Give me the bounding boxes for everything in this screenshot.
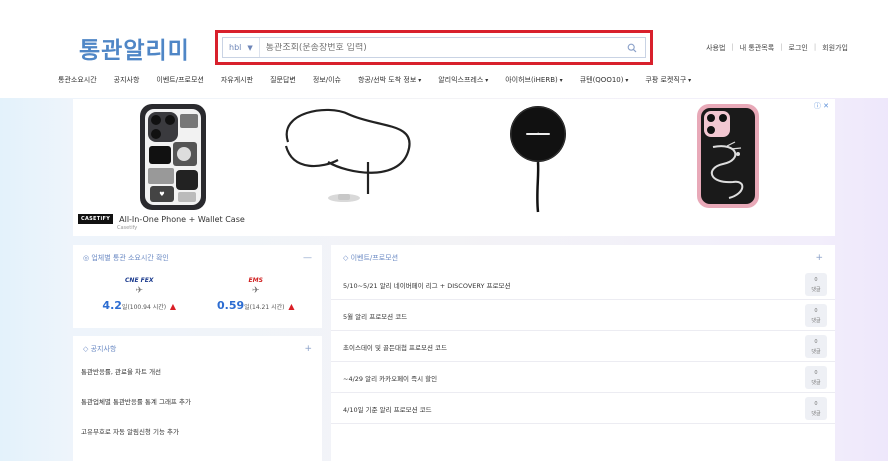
carrier-logo-cne: CNE FEX <box>125 277 154 284</box>
ad-caption: CASETiFY All-In-One Phone + Wallet Case <box>78 214 245 224</box>
nav-item-free-board[interactable]: 자유게시판 <box>221 75 253 85</box>
comment-count-badge: 0 댓글 <box>805 273 827 296</box>
collapse-icon[interactable]: — <box>303 253 312 263</box>
carrier-ems[interactable]: EMS ✈ 0.59일(14.21 시간) ▲ <box>198 275 315 320</box>
ad-subtitle: Casetify <box>117 225 138 231</box>
comment-count-badge: 0 댓글 <box>805 304 827 327</box>
ad-product-sticker-case[interactable]: ♥ <box>128 102 218 214</box>
notice-item[interactable]: 통관업체별 통관반응률 통계 그래프 추가 <box>81 396 191 406</box>
increase-icon: ▲ <box>169 302 177 311</box>
event-row[interactable]: 4/10일 기준 알리 프로모션 코드 0 댓글 <box>331 393 835 424</box>
ad-product-dragon-case[interactable] <box>683 102 773 214</box>
events-title[interactable]: ◇ 이벤트/프로모션 <box>343 253 398 263</box>
nav-item-aliexpress[interactable]: 알리익스프레스 <box>438 75 488 85</box>
clearance-time-card: ◎ 업체별 통관 소요시간 확인 — CNE FEX ✈ 4.2일(100.94… <box>73 245 322 328</box>
event-row[interactable]: 초이스데이 및 골든대첩 프로모션 코드 0 댓글 <box>331 331 835 362</box>
notice-title[interactable]: ◇ 공지사항 <box>83 344 116 354</box>
event-title[interactable]: ~4/29 알리 카카오페이 즉시 할인 <box>343 373 437 383</box>
nav-item-notice[interactable]: 공지사항 <box>114 75 140 85</box>
increase-icon: ▲ <box>288 302 295 311</box>
search-box: hbl ▼ <box>215 30 653 65</box>
notice-card: ◇ 공지사항 + 통관반응률, 관료율 차트 개선 통관업체별 통관반응률 통계… <box>73 336 322 461</box>
notice-item[interactable]: 통관반응률, 관료율 차트 개선 <box>81 366 161 376</box>
ad-banner[interactable]: ⓘ ✕ ♥ CASETiFY All-In-One Phone + Wallet… <box>73 99 835 236</box>
carrier-cne-time: 4.2일(100.94 시간) ▲ <box>102 299 177 312</box>
comment-count-badge: 0 댓글 <box>805 366 827 389</box>
events-card: ◇ 이벤트/프로모션 + 5/10~5/21 알리 네이버페이 리그 + DIS… <box>331 245 835 461</box>
plus-icon[interactable]: + <box>304 344 312 354</box>
utility-links: 사용법 | 내 통관목록 | 로그인 | 회원가입 <box>700 43 854 53</box>
plane-icon: ✈ <box>251 286 260 296</box>
ad-close-icon[interactable]: ⓘ ✕ <box>814 101 829 111</box>
carrier-logo-ems: EMS <box>248 277 263 284</box>
event-title[interactable]: 5월 알리 프로모션 코드 <box>343 311 407 321</box>
ad-brand-logo: CASETiFY <box>78 214 114 224</box>
event-title[interactable]: 5/10~5/21 알리 네이버페이 리그 + DISCOVERY 프로모션 <box>343 280 510 290</box>
ad-product-charger[interactable]: ʻ <box>493 102 583 214</box>
nav-item-events[interactable]: 이벤트/프로모션 <box>156 75 203 85</box>
notice-item[interactable]: 고유부호로 자동 알림신청 기능 추가 <box>81 426 179 436</box>
util-link-my-list[interactable]: 내 통관목록 <box>734 43 780 53</box>
plus-icon[interactable]: + <box>815 253 823 263</box>
event-row[interactable]: 5/10~5/21 알리 네이버페이 리그 + DISCOVERY 프로모션 0… <box>331 269 835 300</box>
search-type-value: hbl <box>229 43 242 52</box>
plane-icon: ✈ <box>135 286 144 296</box>
comment-count-badge: 0 댓글 <box>805 335 827 358</box>
event-title[interactable]: 초이스데이 및 골든대첩 프로모션 코드 <box>343 342 447 352</box>
comment-count-badge: 0 댓글 <box>805 397 827 420</box>
main-nav: 통관소요시간 공지사항 이벤트/프로모션 자유게시판 질문답변 정보/이슈 항공… <box>58 75 708 85</box>
ad-title[interactable]: All-In-One Phone + Wallet Case <box>119 215 245 224</box>
search-input[interactable] <box>259 42 619 53</box>
site-logo[interactable]: 통관알리미 <box>79 31 190 65</box>
chevron-down-icon: ▼ <box>247 43 253 52</box>
site-header: 통관알리미 hbl ▼ 사용법 | 내 통관목록 | 로그인 | 회원가입 통관… <box>0 0 888 98</box>
nav-item-coupang[interactable]: 쿠팡 로켓직구 <box>645 75 691 85</box>
nav-item-info[interactable]: 정보/이슈 <box>313 75 341 85</box>
event-title[interactable]: 4/10일 기준 알리 프로모션 코드 <box>343 404 432 414</box>
util-link-signup[interactable]: 회원가입 <box>816 43 854 53</box>
util-link-login[interactable]: 로그인 <box>783 43 814 53</box>
search-type-select[interactable]: hbl ▼ <box>223 38 260 57</box>
event-row[interactable]: 5월 알리 프로모션 코드 0 댓글 <box>331 300 835 331</box>
util-link-howto[interactable]: 사용법 <box>700 43 731 53</box>
nav-item-clearance-time[interactable]: 통관소요시간 <box>58 75 97 85</box>
nav-item-qoo10[interactable]: 큐텐(QOO10) <box>580 75 629 85</box>
carrier-ems-time: 0.59일(14.21 시간) ▲ <box>217 299 295 312</box>
clearance-time-title[interactable]: ◎ 업체별 통관 소요시간 확인 <box>83 253 169 263</box>
nav-item-qna[interactable]: 질문답변 <box>270 75 296 85</box>
svg-text:♥: ♥ <box>159 191 164 198</box>
carrier-cne[interactable]: CNE FEX ✈ 4.2일(100.94 시간) ▲ <box>81 275 198 320</box>
nav-item-iherb[interactable]: 아이허브(iHERB) <box>505 75 562 85</box>
ad-product-lanyard[interactable] <box>268 102 418 214</box>
event-row[interactable]: ~4/29 알리 카카오페이 즉시 할인 0 댓글 <box>331 362 835 393</box>
search-icon[interactable] <box>619 38 645 57</box>
nav-item-arrival-info[interactable]: 항공/선박 도착 정보 <box>358 75 421 85</box>
